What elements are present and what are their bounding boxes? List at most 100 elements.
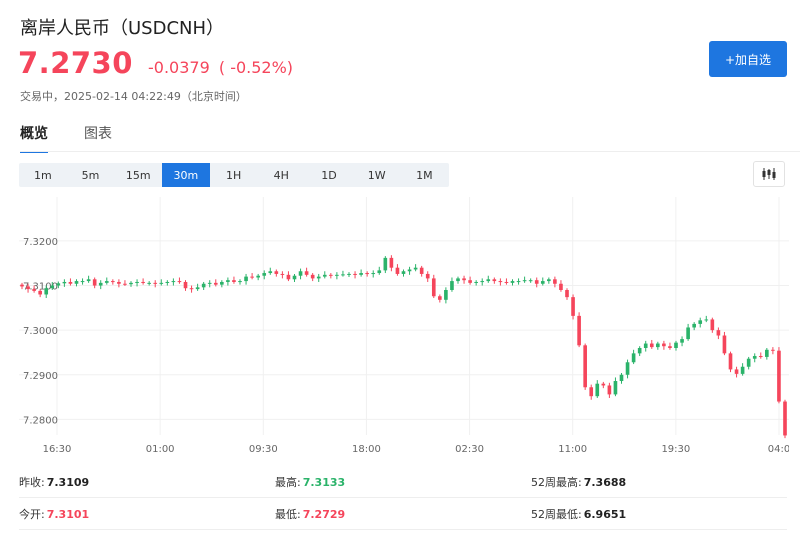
tab-chart[interactable]: 图表 bbox=[84, 123, 112, 153]
candle bbox=[649, 343, 654, 348]
candle bbox=[559, 283, 563, 290]
interval-1w[interactable]: 1W bbox=[353, 163, 401, 187]
candle bbox=[44, 288, 49, 295]
candle bbox=[177, 281, 182, 283]
candle bbox=[80, 281, 85, 283]
interval-4h[interactable]: 4H bbox=[257, 163, 305, 187]
candle bbox=[528, 280, 533, 282]
price-chart[interactable]: 7.32007.31007.30007.29007.2800 16:30 01:0… bbox=[19, 197, 789, 459]
candle bbox=[335, 274, 339, 276]
week52-low-value: 6.9651 bbox=[583, 507, 627, 521]
tab-bar: 概览 图表 bbox=[20, 123, 112, 153]
candle bbox=[159, 282, 164, 284]
candle bbox=[547, 279, 551, 282]
candle bbox=[625, 362, 630, 375]
candle bbox=[268, 271, 273, 274]
candle bbox=[680, 339, 684, 343]
candle bbox=[262, 273, 267, 276]
candle bbox=[643, 343, 648, 348]
trading-status: 交易中，2025-02-14 04:22:49（北京时间） bbox=[20, 90, 247, 103]
open-value: 7.3101 bbox=[46, 507, 90, 521]
interval-1m[interactable]: 1m bbox=[19, 163, 67, 187]
interval-15m[interactable]: 15m bbox=[114, 163, 162, 187]
candle bbox=[104, 281, 109, 283]
candle bbox=[413, 267, 418, 270]
candle bbox=[601, 383, 606, 386]
candle bbox=[195, 287, 200, 290]
candles bbox=[20, 255, 787, 439]
candle bbox=[377, 270, 382, 274]
x-tick-label: 11:00 bbox=[558, 444, 587, 455]
candle bbox=[232, 280, 236, 282]
candle bbox=[407, 269, 412, 272]
candle bbox=[135, 281, 139, 283]
candle bbox=[777, 350, 781, 402]
chart-type-button[interactable] bbox=[753, 161, 785, 187]
y-tick-label: 7.2800 bbox=[23, 415, 58, 426]
candle bbox=[468, 280, 472, 283]
page-title: 离岸人民币（USDCNH） bbox=[20, 18, 225, 39]
candle bbox=[129, 282, 133, 285]
candle bbox=[26, 286, 30, 290]
candle bbox=[704, 319, 709, 321]
candle bbox=[486, 279, 491, 282]
candle bbox=[316, 276, 321, 279]
week52-high-value: 7.3688 bbox=[583, 475, 627, 489]
candle bbox=[783, 401, 787, 436]
candle bbox=[595, 383, 600, 397]
candle bbox=[280, 273, 285, 275]
candle bbox=[577, 315, 581, 346]
candle bbox=[347, 273, 351, 275]
candle bbox=[565, 290, 569, 298]
add-to-watchlist-button[interactable]: +加自选 bbox=[709, 41, 787, 77]
interval-1mo[interactable]: 1M bbox=[401, 163, 449, 187]
candle bbox=[322, 274, 327, 277]
candle bbox=[480, 281, 485, 283]
candle bbox=[456, 278, 460, 282]
tab-overview[interactable]: 概览 bbox=[20, 123, 48, 153]
candle bbox=[383, 257, 388, 271]
low-value: 7.2729 bbox=[302, 507, 346, 521]
candle bbox=[462, 278, 466, 281]
price-change-percent: ( -0.52%) bbox=[218, 58, 294, 77]
interval-30m[interactable]: 30m bbox=[162, 163, 210, 187]
candle bbox=[765, 349, 769, 357]
candle bbox=[32, 289, 36, 291]
candle bbox=[292, 275, 297, 280]
candle bbox=[734, 369, 739, 374]
candle bbox=[752, 356, 757, 359]
x-axis-labels: 16:30 01:00 09:30 18:00 02:30 11:00 19:30 04:0 bbox=[43, 444, 789, 455]
candle bbox=[141, 281, 145, 283]
interval-1h[interactable]: 1H bbox=[210, 163, 258, 187]
stats-row-1: 昨收: 7.3109 最高: 7.3133 52周最高: 7.3688 bbox=[19, 466, 787, 498]
stat-52w-high: 52周最高: 7.3688 bbox=[531, 475, 627, 489]
candle bbox=[226, 280, 230, 282]
candle bbox=[553, 279, 557, 284]
candle bbox=[365, 273, 369, 275]
candle bbox=[244, 276, 248, 282]
candle bbox=[153, 282, 158, 284]
candle bbox=[534, 280, 539, 284]
y-axis-labels: 7.32007.31007.30007.29007.2800 bbox=[23, 237, 58, 426]
candle bbox=[674, 342, 678, 348]
candle bbox=[310, 274, 315, 279]
candle bbox=[438, 296, 442, 300]
candle bbox=[123, 283, 127, 285]
candle bbox=[419, 267, 424, 274]
tab-divider bbox=[20, 151, 800, 152]
interval-5m[interactable]: 5m bbox=[67, 163, 115, 187]
candle bbox=[498, 281, 503, 283]
candle bbox=[504, 281, 509, 283]
candle bbox=[686, 327, 690, 340]
candle bbox=[201, 283, 206, 288]
candlestick-chart-icon bbox=[762, 168, 776, 180]
interval-1d[interactable]: 1D bbox=[305, 163, 353, 187]
candle bbox=[256, 275, 260, 278]
candle bbox=[86, 279, 91, 282]
candle bbox=[656, 343, 660, 348]
candle bbox=[589, 387, 594, 397]
candle bbox=[522, 280, 527, 282]
candle bbox=[540, 281, 545, 284]
candle bbox=[583, 345, 587, 388]
candle bbox=[74, 281, 79, 284]
